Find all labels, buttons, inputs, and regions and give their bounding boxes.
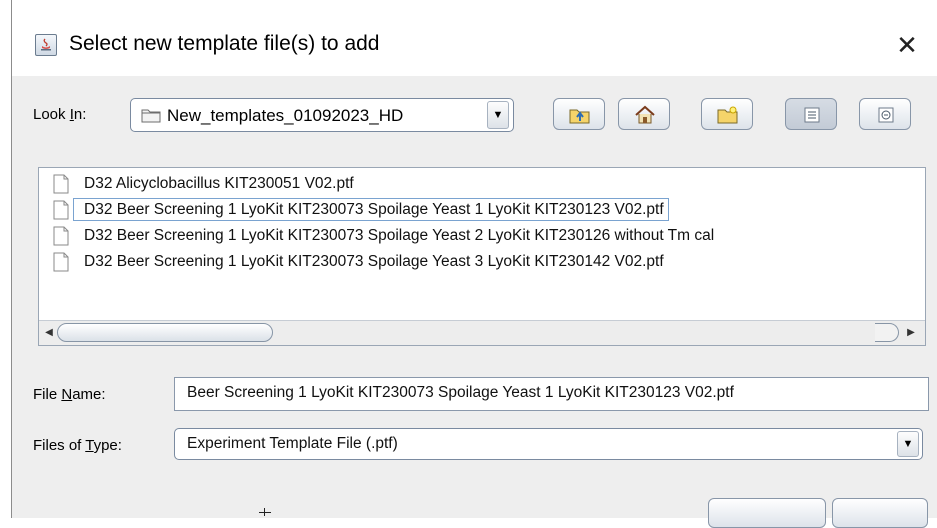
look-in-dropdown-arrow[interactable]: ▼ xyxy=(487,101,509,129)
cancel-button[interactable] xyxy=(832,498,928,528)
file-type-dropdown-arrow[interactable]: ▼ xyxy=(897,431,919,457)
document-icon xyxy=(53,226,69,251)
file-name-box: D32 Beer Screening 1 LyoKit KIT230073 Sp… xyxy=(73,224,719,247)
file-chooser-dialog: Select new template file(s) to add ✕ Loo… xyxy=(11,0,937,528)
title-bar: Select new template file(s) to add ✕ xyxy=(12,18,937,76)
file-type-value: Experiment Template File (.ptf) xyxy=(187,435,398,452)
file-name-label-prefix: File xyxy=(33,386,62,403)
dialog-content: Look In: New_templates_01092023_HD ▼ D32… xyxy=(12,76,937,528)
file-list-item-selected[interactable]: D32 Beer Screening 1 LyoKit KIT230073 Sp… xyxy=(41,198,925,225)
java-app-icon xyxy=(35,34,57,56)
scroll-right-arrow-icon[interactable]: ▶ xyxy=(903,325,919,341)
file-list-item[interactable]: D32 Alicyclobacillus KIT230051 V02.ptf xyxy=(41,172,925,199)
file-type-label-mnemonic: T xyxy=(85,437,94,454)
file-name-box: D32 Alicyclobacillus KIT230051 V02.ptf xyxy=(73,172,359,195)
file-name: D32 Beer Screening 1 LyoKit KIT230073 Sp… xyxy=(84,201,664,218)
file-name-label: File Name: xyxy=(33,386,106,403)
file-type-label: Files of Type: xyxy=(33,437,122,454)
file-type-label-suffix: ype: xyxy=(93,437,122,454)
file-type-combo[interactable]: Experiment Template File (.ptf) ▼ xyxy=(174,428,923,460)
open-button[interactable] xyxy=(708,498,826,528)
file-name-label-mnemonic: N xyxy=(61,386,73,403)
cursor-mark xyxy=(259,512,271,513)
scroll-left-arrow-icon[interactable]: ◀ xyxy=(41,325,57,341)
file-name-input[interactable]: Beer Screening 1 LyoKit KIT230073 Spoila… xyxy=(174,377,929,411)
file-name: D32 Beer Screening 1 LyoKit KIT230073 Sp… xyxy=(84,227,715,244)
file-type-label-prefix: Files of xyxy=(33,437,86,454)
horizontal-scrollbar[interactable]: ◀ ▶ xyxy=(39,320,925,345)
scrollbar-thumb[interactable] xyxy=(57,323,273,342)
file-list-item[interactable]: D32 Beer Screening 1 LyoKit KIT230073 Sp… xyxy=(41,250,925,277)
home-button[interactable] xyxy=(618,98,670,130)
document-icon xyxy=(53,174,69,199)
file-name: D32 Alicyclobacillus KIT230051 V02.ptf xyxy=(84,175,354,192)
look-in-label: Look In: xyxy=(33,106,86,123)
scrollbar-track-end xyxy=(875,323,899,342)
new-folder-button[interactable] xyxy=(701,98,753,130)
file-name-label-suffix: ame: xyxy=(72,386,106,403)
document-icon xyxy=(53,200,69,225)
cursor-mark-stem xyxy=(264,508,265,516)
list-view-button[interactable] xyxy=(785,98,837,130)
file-name-box: D32 Beer Screening 1 LyoKit KIT230073 Sp… xyxy=(73,250,669,273)
file-name: D32 Beer Screening 1 LyoKit KIT230073 Sp… xyxy=(84,253,664,270)
document-icon xyxy=(53,252,69,277)
look-in-label-suffix: n: xyxy=(73,106,87,123)
look-in-label-prefix: Look xyxy=(33,106,70,123)
dialog-title: Select new template file(s) to add xyxy=(69,32,380,55)
up-one-level-button[interactable] xyxy=(553,98,605,130)
details-view-button[interactable] xyxy=(859,98,911,130)
folder-icon xyxy=(141,107,161,128)
file-name-box: D32 Beer Screening 1 LyoKit KIT230073 Sp… xyxy=(73,198,669,221)
look-in-value: New_templates_01092023_HD xyxy=(167,106,404,125)
file-list[interactable]: D32 Alicyclobacillus KIT230051 V02.ptf D… xyxy=(38,167,926,346)
file-list-item[interactable]: D32 Beer Screening 1 LyoKit KIT230073 Sp… xyxy=(41,224,925,251)
look-in-combo[interactable]: New_templates_01092023_HD ▼ xyxy=(130,98,514,132)
close-button[interactable]: ✕ xyxy=(890,28,924,62)
